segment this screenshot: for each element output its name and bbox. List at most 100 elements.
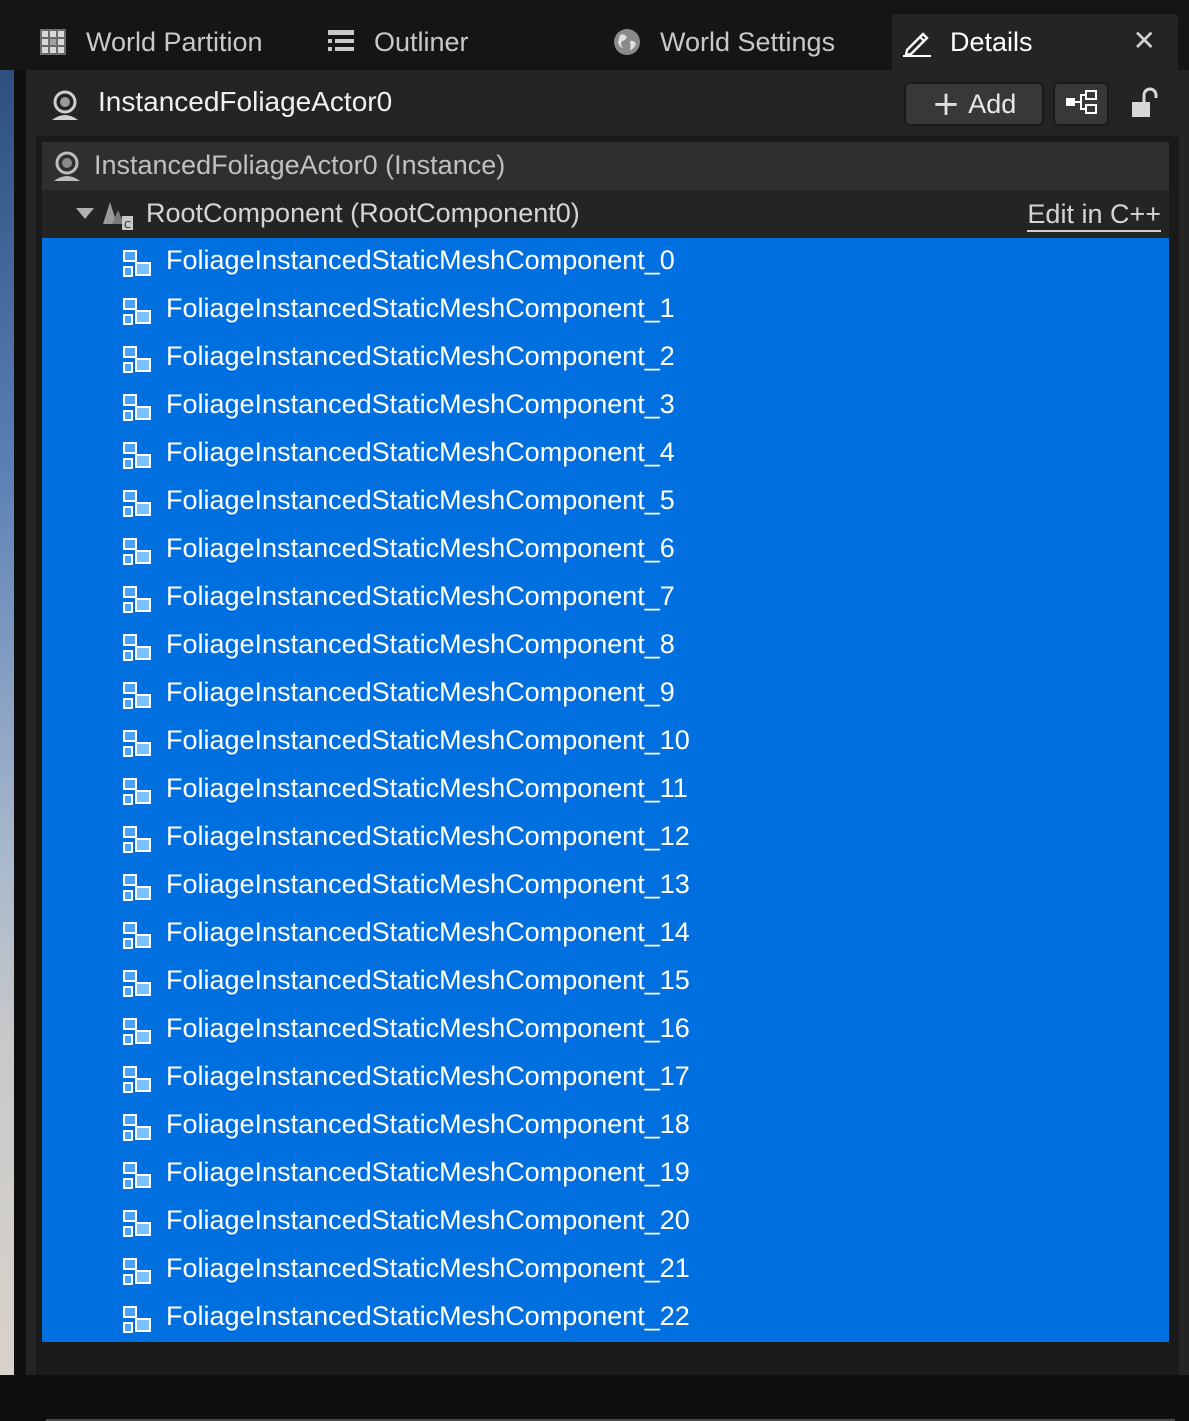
- component-label: FoliageInstancedStaticMeshComponent_2: [166, 341, 675, 371]
- component-label: FoliageInstancedStaticMeshComponent_15: [166, 965, 690, 995]
- instanced-mesh-icon: [120, 1159, 154, 1193]
- list-icon: [324, 25, 358, 59]
- component-label: FoliageInstancedStaticMeshComponent_13: [166, 869, 690, 899]
- component-tree: InstancedFoliageActor0 (Instance) C Root…: [36, 136, 1179, 1421]
- component-label: FoliageInstancedStaticMeshComponent_8: [166, 629, 675, 659]
- scene-component-icon: C: [100, 198, 134, 232]
- blueprint-button[interactable]: [1053, 82, 1109, 126]
- instanced-mesh-icon: [120, 919, 154, 953]
- component-list: FoliageInstancedStaticMeshComponent_0 Fol…: [42, 238, 1169, 1342]
- component-label: FoliageInstancedStaticMeshComponent_11: [166, 773, 688, 803]
- component-row[interactable]: FoliageInstancedStaticMeshComponent_1: [42, 286, 1169, 334]
- component-label: FoliageInstancedStaticMeshComponent_0: [166, 245, 675, 275]
- component-row[interactable]: FoliageInstancedStaticMeshComponent_14: [42, 910, 1169, 958]
- component-label: FoliageInstancedStaticMeshComponent_16: [166, 1013, 690, 1043]
- component-row[interactable]: FoliageInstancedStaticMeshComponent_18: [42, 1102, 1169, 1150]
- close-icon[interactable]: ✕: [1133, 24, 1156, 57]
- component-row[interactable]: FoliageInstancedStaticMeshComponent_9: [42, 670, 1169, 718]
- pencil-icon: [900, 25, 934, 59]
- instanced-mesh-icon: [120, 679, 154, 713]
- instanced-mesh-icon: [120, 967, 154, 1001]
- component-row[interactable]: FoliageInstancedStaticMeshComponent_21: [42, 1246, 1169, 1294]
- component-row[interactable]: FoliageInstancedStaticMeshComponent_7: [42, 574, 1169, 622]
- component-label: FoliageInstancedStaticMeshComponent_19: [166, 1157, 690, 1187]
- component-row[interactable]: FoliageInstancedStaticMeshComponent_20: [42, 1198, 1169, 1246]
- edit-in-cpp-link[interactable]: Edit in C++: [1027, 198, 1161, 232]
- component-label: FoliageInstancedStaticMeshComponent_4: [166, 437, 675, 467]
- tab-label: World Partition: [86, 26, 263, 57]
- instanced-mesh-icon: [120, 535, 154, 569]
- component-row[interactable]: FoliageInstancedStaticMeshComponent_22: [42, 1294, 1169, 1342]
- tab-outliner[interactable]: Outliner: [324, 14, 469, 70]
- component-label: FoliageInstancedStaticMeshComponent_20: [166, 1205, 690, 1235]
- instanced-mesh-icon: [120, 823, 154, 857]
- actor-icon: [48, 88, 82, 122]
- component-label: FoliageInstancedStaticMeshComponent_22: [166, 1301, 690, 1331]
- component-label: FoliageInstancedStaticMeshComponent_17: [166, 1061, 690, 1091]
- instanced-mesh-icon: [120, 631, 154, 665]
- tab-label: Outliner: [374, 26, 469, 57]
- component-row[interactable]: FoliageInstancedStaticMeshComponent_19: [42, 1150, 1169, 1198]
- component-label: FoliageInstancedStaticMeshComponent_12: [166, 821, 690, 851]
- component-row[interactable]: FoliageInstancedStaticMeshComponent_15: [42, 958, 1169, 1006]
- component-label: FoliageInstancedStaticMeshComponent_7: [166, 581, 675, 611]
- tab-label: World Settings: [660, 26, 836, 57]
- tab-label: Details: [950, 26, 1033, 57]
- component-label: FoliageInstancedStaticMeshComponent_18: [166, 1109, 690, 1139]
- component-label: FoliageInstancedStaticMeshComponent_5: [166, 485, 675, 515]
- viewport-edge: [0, 70, 14, 1375]
- component-label: FoliageInstancedStaticMeshComponent_9: [166, 677, 675, 707]
- hierarchy-icon: [1064, 89, 1098, 120]
- tab-world-partition[interactable]: World Partition: [36, 14, 263, 70]
- component-row[interactable]: FoliageInstancedStaticMeshComponent_12: [42, 814, 1169, 862]
- component-row[interactable]: FoliageInstancedStaticMeshComponent_10: [42, 718, 1169, 766]
- lock-icon[interactable]: [1128, 86, 1162, 120]
- component-label: FoliageInstancedStaticMeshComponent_3: [166, 389, 675, 419]
- globe-icon: [610, 25, 644, 59]
- instance-row[interactable]: InstancedFoliageActor0 (Instance): [42, 142, 1169, 190]
- component-row[interactable]: FoliageInstancedStaticMeshComponent_4: [42, 430, 1169, 478]
- component-row[interactable]: FoliageInstancedStaticMeshComponent_13: [42, 862, 1169, 910]
- instanced-mesh-icon: [120, 247, 154, 281]
- instanced-mesh-icon: [120, 343, 154, 377]
- add-label: Add: [968, 88, 1017, 119]
- component-row[interactable]: FoliageInstancedStaticMeshComponent_6: [42, 526, 1169, 574]
- component-tree-content: InstancedFoliageActor0 (Instance) C Root…: [42, 142, 1169, 1342]
- component-row[interactable]: FoliageInstancedStaticMeshComponent_0: [42, 238, 1169, 286]
- component-label: FoliageInstancedStaticMeshComponent_21: [166, 1253, 690, 1283]
- root-component-label: RootComponent (RootComponent0): [146, 198, 580, 228]
- instanced-mesh-icon: [120, 1255, 154, 1289]
- component-row[interactable]: FoliageInstancedStaticMeshComponent_3: [42, 382, 1169, 430]
- component-row[interactable]: FoliageInstancedStaticMeshComponent_8: [42, 622, 1169, 670]
- instanced-mesh-icon: [120, 439, 154, 473]
- collapse-arrow-icon[interactable]: [76, 208, 94, 219]
- tab-bar: World Partition Outliner World Settings …: [0, 0, 1189, 70]
- plus-icon: +: [931, 84, 961, 124]
- component-row[interactable]: FoliageInstancedStaticMeshComponent_17: [42, 1054, 1169, 1102]
- instanced-mesh-icon: [120, 583, 154, 617]
- component-row[interactable]: FoliageInstancedStaticMeshComponent_11: [42, 766, 1169, 814]
- instanced-mesh-icon: [120, 1111, 154, 1145]
- instanced-mesh-icon: [120, 295, 154, 329]
- component-row[interactable]: FoliageInstancedStaticMeshComponent_5: [42, 478, 1169, 526]
- actor-icon: [50, 149, 84, 183]
- tab-world-settings[interactable]: World Settings: [610, 14, 835, 70]
- component-label: FoliageInstancedStaticMeshComponent_14: [166, 917, 690, 947]
- instance-label: InstancedFoliageActor0 (Instance): [94, 150, 506, 180]
- component-label: FoliageInstancedStaticMeshComponent_6: [166, 533, 675, 563]
- instanced-mesh-icon: [120, 727, 154, 761]
- root-component-row[interactable]: C RootComponent (RootComponent0) Edit in…: [42, 190, 1169, 238]
- component-row[interactable]: FoliageInstancedStaticMeshComponent_2: [42, 334, 1169, 382]
- actor-name: InstancedFoliageActor0: [98, 86, 393, 117]
- instanced-mesh-icon: [120, 1015, 154, 1049]
- add-component-button[interactable]: + Add: [904, 82, 1044, 126]
- component-row[interactable]: FoliageInstancedStaticMeshComponent_16: [42, 1006, 1169, 1054]
- details-panel: InstancedFoliageActor0 + Add InstancedFo…: [26, 70, 1189, 1421]
- instanced-mesh-icon: [120, 1303, 154, 1337]
- instanced-mesh-icon: [120, 871, 154, 905]
- instanced-mesh-icon: [120, 1063, 154, 1097]
- instanced-mesh-icon: [120, 775, 154, 809]
- tab-details[interactable]: Details ✕: [892, 14, 1178, 70]
- actor-header: InstancedFoliageActor0 + Add: [26, 70, 1189, 136]
- component-label: FoliageInstancedStaticMeshComponent_10: [166, 725, 690, 755]
